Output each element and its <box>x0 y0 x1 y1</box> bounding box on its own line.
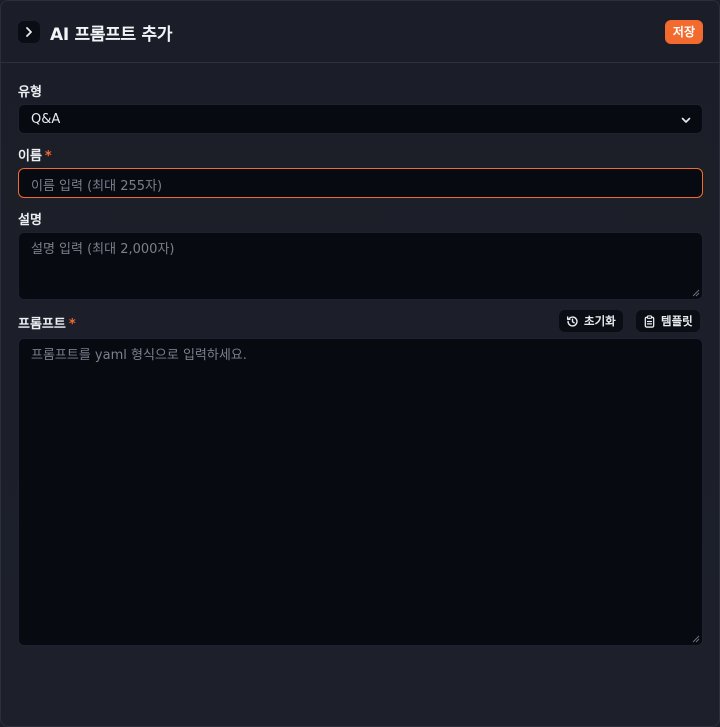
resize-handle-icon[interactable] <box>692 289 700 297</box>
type-label: 유형 <box>18 85 42 100</box>
prompt-textarea[interactable]: 프롬프트를 yaml 형식으로 입력하세요. <box>18 338 703 646</box>
template-button-label: 템플릿 <box>661 314 693 328</box>
panel-header: AI 프롬프트 추가 저장 <box>1 1 719 63</box>
name-input-placeholder: 이름 입력 (최대 255자) <box>31 179 163 194</box>
reset-button-label: 초기화 <box>584 314 616 328</box>
chevron-right-icon <box>26 27 32 37</box>
template-button[interactable]: 템플릿 <box>636 310 700 332</box>
required-mark: * <box>68 317 76 332</box>
page-title: AI 프롬프트 추가 <box>50 25 173 45</box>
description-label: 설명 <box>18 213 42 228</box>
reset-button[interactable]: 초기화 <box>559 310 623 332</box>
name-input[interactable]: 이름 입력 (최대 255자) <box>18 168 703 198</box>
required-mark: * <box>44 149 52 164</box>
name-label: 이름 * <box>18 149 52 164</box>
resize-handle-icon[interactable] <box>692 635 700 643</box>
type-select[interactable]: Q&A <box>18 104 703 134</box>
prompt-placeholder: 프롬프트를 yaml 형식으로 입력하세요. <box>31 348 247 363</box>
prompt-editor-panel: AI 프롬프트 추가 저장 유형 Q&A 이름 * 이름 입력 (최대 255자)… <box>0 0 720 727</box>
clipboard-icon <box>644 314 655 328</box>
prompt-label: 프롬프트 * <box>18 317 76 332</box>
collapse-button[interactable] <box>18 21 40 43</box>
chevron-down-icon <box>681 117 691 123</box>
description-placeholder: 설명 입력 (최대 2,000자) <box>31 242 175 257</box>
type-select-value: Q&A <box>31 112 61 127</box>
save-button[interactable]: 저장 <box>664 20 703 44</box>
history-icon <box>566 315 578 327</box>
description-textarea[interactable]: 설명 입력 (최대 2,000자) <box>18 232 703 300</box>
